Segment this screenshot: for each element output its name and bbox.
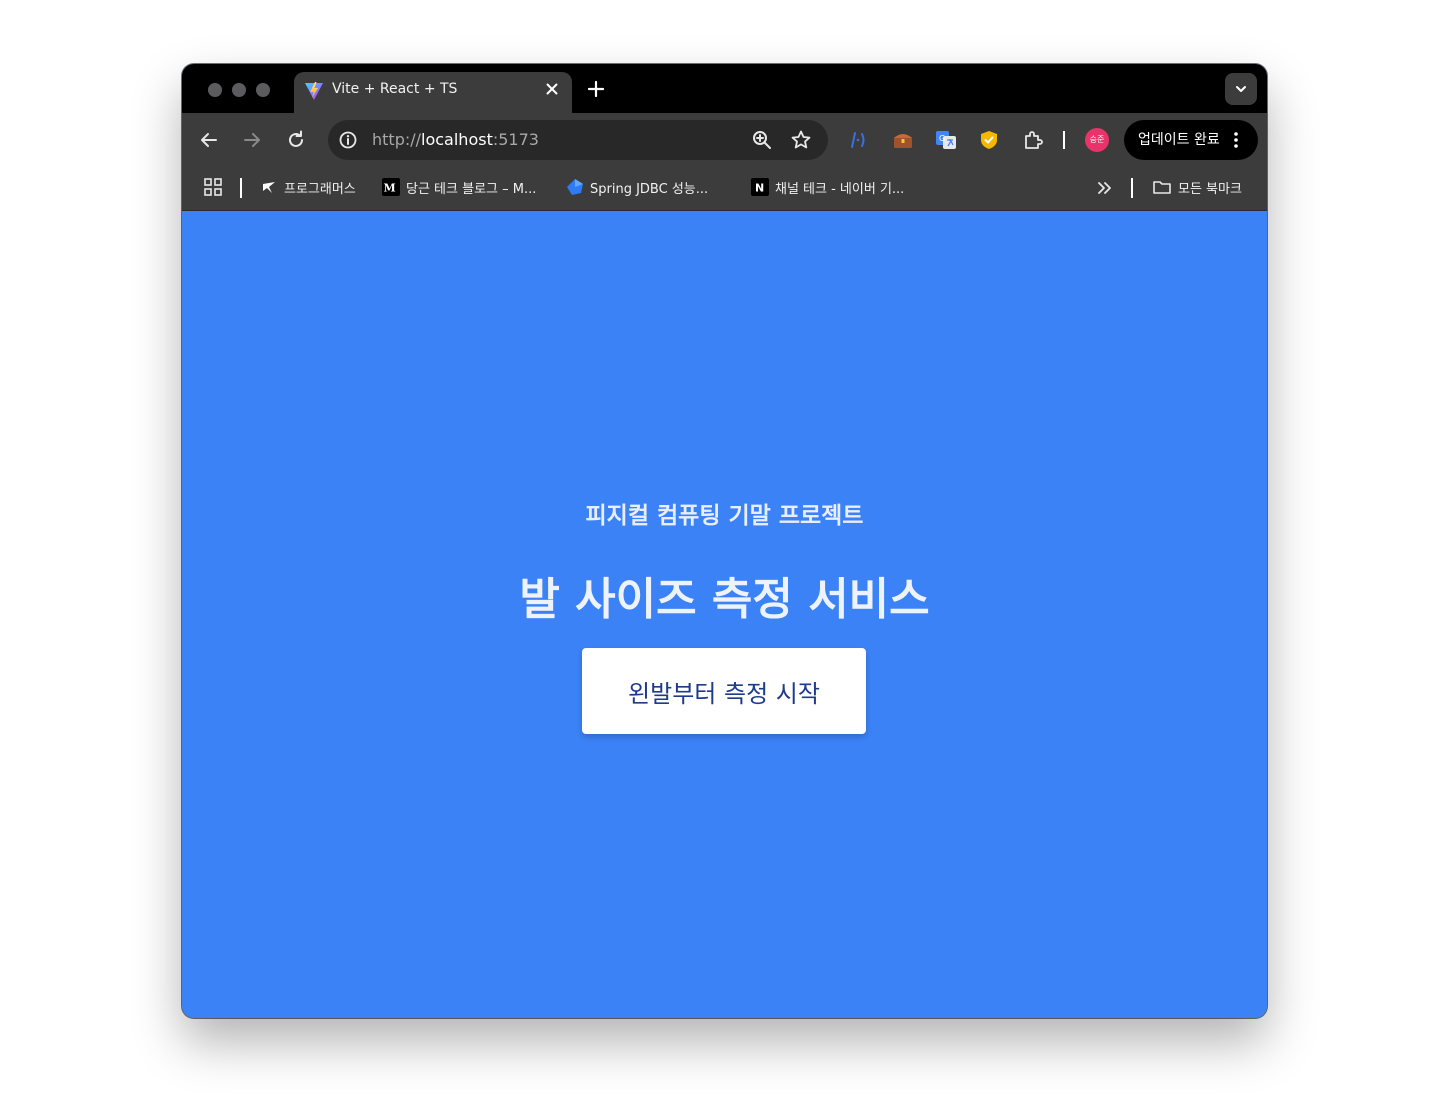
folder-icon bbox=[1153, 181, 1171, 194]
toolbar-divider bbox=[1063, 131, 1065, 149]
treasure-chest-extension-icon[interactable] bbox=[891, 128, 915, 152]
shield-icon[interactable] bbox=[977, 128, 1001, 152]
update-button[interactable]: 업데이트 완료 bbox=[1124, 120, 1258, 160]
all-bookmarks-label: 모든 북마크 bbox=[1178, 181, 1242, 197]
update-label: 업데이트 완료 bbox=[1138, 132, 1220, 148]
bookmark-item[interactable]: Spring JDBC 성능... bbox=[566, 176, 708, 198]
extensions-puzzle-icon[interactable] bbox=[1021, 128, 1045, 152]
vite-icon bbox=[305, 82, 323, 100]
url-host: localhost bbox=[421, 130, 493, 149]
window-zoom-light[interactable] bbox=[256, 83, 270, 97]
bookmarks-bar: 프로그래머스 M 당근 테크 블로그 – M... Spring JDBC 성능… bbox=[182, 166, 1267, 211]
google-translate-icon[interactable]: G bbox=[934, 128, 958, 152]
svg-text:M: M bbox=[384, 182, 396, 195]
tab-title: Vite + React + TS bbox=[332, 81, 458, 97]
browser-tab-active[interactable]: Vite + React + TS bbox=[294, 72, 572, 113]
svg-text:N: N bbox=[755, 182, 764, 195]
all-bookmarks-item[interactable]: 모든 북마크 bbox=[1152, 176, 1242, 198]
svg-text:G: G bbox=[939, 134, 945, 143]
url-port: :5173 bbox=[492, 130, 539, 149]
kotlin-extension-icon[interactable] bbox=[847, 128, 871, 152]
tab-strip: Vite + React + TS bbox=[182, 64, 1267, 113]
address-bar[interactable]: http://localhost:5173 bbox=[328, 120, 828, 160]
notion-icon: N bbox=[751, 178, 769, 196]
blue-shape-icon bbox=[567, 179, 583, 195]
page-subtitle: 피지컬 컴퓨팅 기말 프로젝트 bbox=[585, 503, 864, 529]
bookmarks-divider bbox=[1131, 178, 1133, 198]
star-icon[interactable] bbox=[789, 128, 813, 152]
forward-arrow-icon[interactable] bbox=[240, 128, 264, 152]
chevron-down-icon bbox=[1236, 86, 1246, 92]
medium-icon: M bbox=[382, 178, 400, 196]
bookmarks-divider bbox=[240, 178, 242, 198]
bookmark-item[interactable]: N 채널 테크 - 네이버 기... bbox=[751, 176, 904, 198]
url-text[interactable]: http://localhost:5173 bbox=[372, 120, 539, 160]
bookmark-item[interactable]: M 당근 테크 블로그 – M... bbox=[382, 176, 536, 198]
new-tab-icon[interactable] bbox=[586, 79, 606, 99]
zoom-icon[interactable] bbox=[750, 128, 774, 152]
url-scheme: http:// bbox=[372, 130, 422, 149]
window-close-light[interactable] bbox=[208, 83, 222, 97]
programmers-icon bbox=[263, 182, 275, 193]
bookmark-label: 프로그래머스 bbox=[284, 181, 356, 197]
bookmark-label: Spring JDBC 성능... bbox=[590, 181, 709, 197]
more-vert-icon bbox=[1234, 132, 1238, 148]
apps-grid-icon[interactable] bbox=[202, 176, 224, 198]
close-icon[interactable] bbox=[544, 81, 560, 97]
browser-window: Vite + React + TS http://localhost:5173 … bbox=[182, 64, 1267, 1018]
chevron-double-right-icon[interactable] bbox=[1094, 178, 1114, 198]
window-minimize-light[interactable] bbox=[232, 83, 246, 97]
bookmark-label: 채널 테크 - 네이버 기... bbox=[775, 181, 905, 197]
page-content: 피지컬 컴퓨팅 기말 프로젝트 발 사이즈 측정 서비스 왼발부터 측정 시작 bbox=[182, 211, 1267, 1018]
reload-icon[interactable] bbox=[284, 128, 308, 152]
toolbar: http://localhost:5173 G 승준 업데이트 완료 bbox=[182, 113, 1267, 166]
profile-avatar[interactable]: 승준 bbox=[1085, 128, 1109, 152]
tab-search-button[interactable] bbox=[1225, 73, 1257, 105]
page-title: 발 사이즈 측정 서비스 bbox=[519, 574, 930, 625]
bookmark-label: 당근 테크 블로그 – M... bbox=[406, 181, 537, 197]
bookmark-item[interactable]: 프로그래머스 bbox=[260, 176, 356, 198]
back-arrow-icon[interactable] bbox=[197, 128, 221, 152]
start-measurement-button[interactable]: 왼발부터 측정 시작 bbox=[582, 648, 866, 734]
site-info-icon[interactable] bbox=[338, 130, 358, 150]
